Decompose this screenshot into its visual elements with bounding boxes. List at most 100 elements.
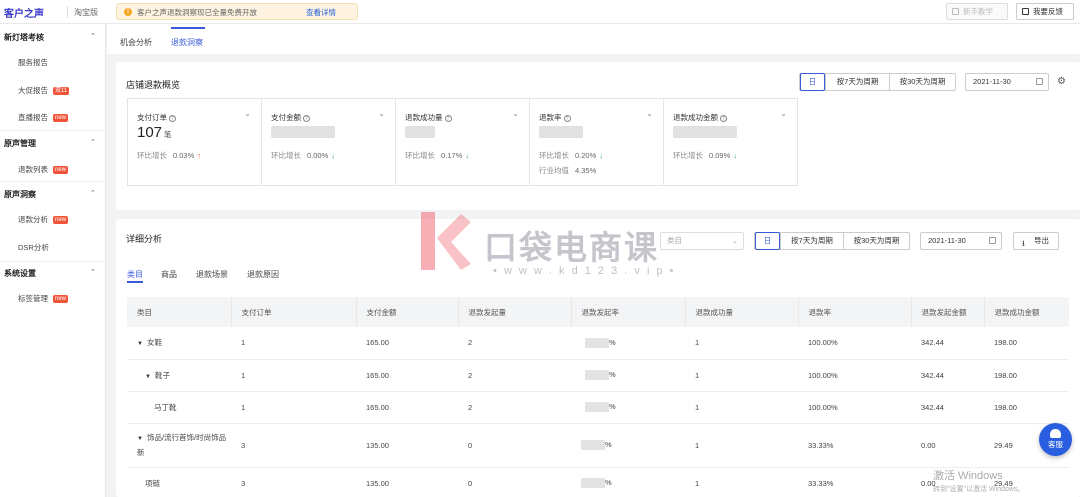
help-icon[interactable]: ?	[720, 115, 727, 122]
subtab-refund-scene[interactable]: 退款场景	[196, 269, 228, 280]
settings-gear-icon[interactable]: ⚙	[1057, 76, 1066, 87]
sidebar-group-settings[interactable]: 系统设置	[4, 268, 36, 279]
kpi-mom: 环比增长 0.17% ↓	[405, 151, 470, 160]
period-30day-button[interactable]: 按30天为周期	[843, 233, 909, 249]
cell: 1	[231, 359, 356, 392]
subtab-refund-reason[interactable]: 退款原因	[247, 269, 279, 280]
period-day-button[interactable]: 日	[800, 73, 825, 91]
period-day-button[interactable]: 日	[755, 232, 780, 250]
kpi-value: 107 笔	[137, 124, 172, 141]
masked-value	[271, 126, 335, 138]
cell: 1	[685, 467, 798, 497]
chevron-down-icon[interactable]: ⌄	[646, 109, 653, 118]
category-select[interactable]: 类目 ⌄	[660, 232, 744, 250]
column-header: 退款率	[798, 297, 912, 327]
category-cell[interactable]: 马丁靴	[127, 391, 231, 424]
kpi-card-refund-rate[interactable]: 退款率? ⌄ 环比增长 0.20% ↓ 行业均值 4.35%	[529, 98, 664, 186]
kpi-card-refund-success-amount[interactable]: 退款成功金额? ⌄ 环比增长 0.09% ↓	[663, 98, 798, 186]
status-badge: new	[53, 216, 69, 224]
help-icon[interactable]: ?	[303, 115, 310, 122]
category-cell[interactable]: ▼ 饰品/流行首饰/时尚饰品新	[127, 423, 231, 468]
table-row[interactable]: 马丁靴 1 165.00 2 % 1 100.00% 342.44 198.00	[127, 391, 1069, 424]
column-header: 退款发起量	[458, 297, 572, 327]
cell: 0	[458, 467, 571, 497]
cell: 1	[685, 423, 798, 468]
kpi-card-refund-success-count[interactable]: 退款成功量? ⌄ 环比增长 0.17% ↓	[395, 98, 530, 186]
help-icon[interactable]: ?	[444, 115, 452, 122]
cell: %	[571, 391, 685, 424]
page-tabs: 机会分析 退款洞察	[107, 24, 1080, 54]
watermark-logo	[421, 212, 471, 270]
cell: 1	[685, 327, 798, 360]
chevron-up-icon[interactable]: ⌃	[90, 32, 96, 40]
cell: %	[571, 467, 685, 497]
masked-value	[405, 126, 435, 138]
app-logo[interactable]: 客户之声	[4, 5, 44, 20]
sidebar-item-refund-analysis[interactable]: 退款分析 new	[18, 214, 69, 225]
sidebar-item-service-report[interactable]: 服务报告	[18, 57, 48, 68]
cell: 135.00	[356, 467, 458, 497]
sidebar-group-voice-insight[interactable]: 原声洞察	[4, 189, 36, 200]
overview-date-picker[interactable]: 2021-11-30	[965, 73, 1049, 91]
period-30day-button[interactable]: 按30天为周期	[889, 74, 955, 90]
help-icon[interactable]: ?	[563, 115, 571, 122]
category-cell[interactable]: 项链	[127, 467, 231, 497]
book-icon	[952, 8, 959, 15]
period-7day-button[interactable]: 按7天为周期	[825, 74, 889, 90]
category-cell[interactable]: ▼ 女鞋	[127, 327, 231, 360]
category-cell[interactable]: ▼ 靴子	[127, 359, 231, 392]
table-row[interactable]: ▼ 靴子 1 165.00 2 % 1 100.00% 342.44 198.00	[127, 359, 1069, 392]
table-row[interactable]: ▼ 女鞋 1 165.00 2 % 1 100.00% 342.44 198.00	[127, 327, 1069, 360]
kpi-card-pay-orders[interactable]: 支付订单? ⌄ 107 笔 环比增长 0.03% ↑	[127, 98, 262, 186]
tutorial-button[interactable]: 新手教学	[946, 3, 1008, 20]
sidebar-item-dsr-analysis[interactable]: DSR分析	[18, 242, 49, 253]
detail-date-picker[interactable]: 2021-11-30	[920, 232, 1002, 250]
kpi-card-pay-amount[interactable]: 支付金额? ⌄ 环比增长 0.00% ↓	[261, 98, 396, 186]
sidebar: 新灯塔考核 ⌃ 服务报告 大促报告 双11 直播报告 new 原声管理 ⌃ 退款列表…	[0, 24, 106, 497]
tab-opportunity-analysis[interactable]: 机会分析	[120, 37, 152, 48]
caret-down-icon: ▼	[137, 436, 143, 442]
cell: 198.00	[984, 391, 1069, 424]
cell: 100.00%	[798, 359, 911, 392]
masked-value	[585, 370, 609, 380]
sidebar-group-voice-management[interactable]: 原声管理	[4, 138, 36, 149]
masked-value	[673, 126, 737, 138]
sidebar-group-lighthouse[interactable]: 新灯塔考核	[4, 32, 44, 43]
subtab-category[interactable]: 类目	[127, 269, 143, 280]
notice-link[interactable]: 查看详情	[306, 7, 336, 18]
kpi-label: 退款成功金额?	[673, 112, 727, 123]
masked-value	[585, 402, 609, 412]
notice-text: 客户之声退款洞察现已全量免费开放	[137, 8, 257, 17]
cell: 135.00	[356, 423, 458, 468]
notice-banner: ! 客户之声退款洞察现已全量免费开放 查看详情	[116, 3, 358, 20]
kpi-label: 支付金额?	[271, 112, 310, 123]
download-icon: ⭳	[1022, 239, 1025, 248]
chevron-up-icon[interactable]: ⌃	[90, 138, 96, 146]
export-button[interactable]: ⭳ 导出	[1013, 232, 1059, 250]
sidebar-item-promo-report[interactable]: 大促报告 双11	[18, 85, 70, 96]
masked-value	[581, 478, 605, 488]
subtab-product[interactable]: 商品	[161, 269, 177, 280]
chevron-up-icon[interactable]: ⌃	[90, 189, 96, 197]
sidebar-item-tag-management[interactable]: 标签管理 new	[18, 293, 69, 304]
watermark-url: • w w w . k d 1 2 3 . v i p •	[493, 265, 676, 277]
column-header: 支付金额	[356, 297, 459, 327]
chevron-down-icon[interactable]: ⌄	[378, 109, 385, 118]
sidebar-item-refund-list[interactable]: 退款列表 new	[18, 164, 69, 175]
tab-refund-insight[interactable]: 退款洞察	[171, 37, 203, 48]
chevron-down-icon: ⌄	[731, 236, 738, 245]
chevron-down-icon[interactable]: ⌄	[512, 109, 519, 118]
table-row[interactable]: ▼ 饰品/流行首饰/时尚饰品新 3 135.00 0 % 1 33.33% 0.0…	[127, 423, 1069, 468]
period-7day-button[interactable]: 按7天为周期	[780, 233, 843, 249]
cell: 33.33%	[798, 467, 911, 497]
table-row[interactable]: 项链 3 135.00 0 % 1 33.33% 0.00 29.49	[127, 467, 1069, 497]
sidebar-item-live-report[interactable]: 直播报告 new	[18, 112, 69, 123]
feedback-button[interactable]: 我要反馈	[1016, 3, 1074, 20]
cell: 33.33%	[798, 423, 911, 468]
chevron-down-icon[interactable]: ⌄	[780, 109, 787, 118]
chevron-down-icon[interactable]: ⌄	[244, 109, 251, 118]
help-icon[interactable]: ?	[169, 115, 176, 122]
chevron-up-icon[interactable]: ⌃	[90, 268, 96, 276]
column-header: 退款成功量	[685, 297, 799, 327]
customer-service-button[interactable]: 客服	[1039, 423, 1072, 456]
